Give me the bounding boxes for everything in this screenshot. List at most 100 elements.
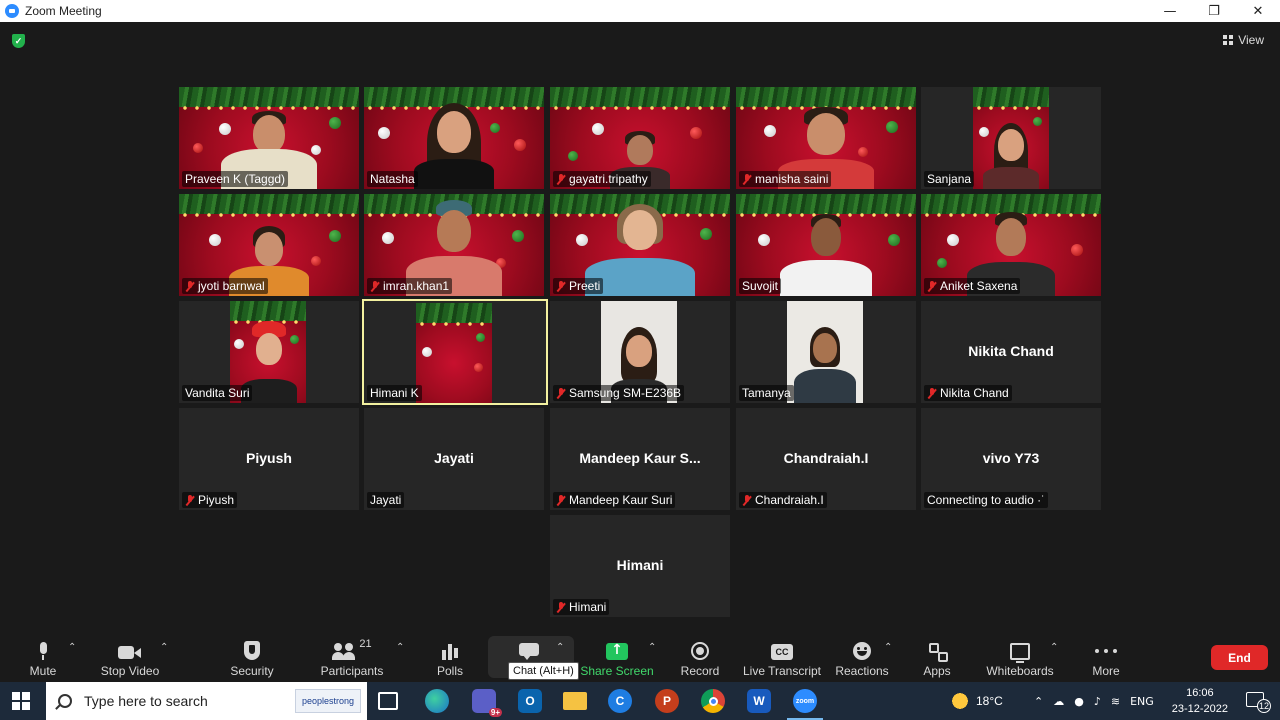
outlook-icon[interactable]: O xyxy=(518,689,542,713)
file-explorer-icon[interactable] xyxy=(563,692,587,710)
reactions-options-chevron-icon[interactable]: ⌃ xyxy=(884,642,892,653)
participant-name: Samsung SM-E236B xyxy=(553,385,685,401)
chat-options-chevron-icon[interactable]: ⌃ xyxy=(556,642,564,653)
date: 23-12-2022 xyxy=(1171,703,1228,715)
security-button[interactable]: Security xyxy=(228,632,276,682)
video-tile[interactable]: manisha saini xyxy=(736,87,916,189)
end-meeting-button[interactable]: End xyxy=(1211,645,1268,670)
participant-name: Mandeep Kaur Suri xyxy=(553,492,676,508)
video-tile[interactable]: Jayati Jayati xyxy=(364,408,544,510)
muted-mic-icon xyxy=(370,280,380,292)
whiteboards-button[interactable]: Whiteboards xyxy=(986,632,1054,682)
participant-name: jyoti barnwal xyxy=(182,278,268,294)
video-tile[interactable]: Natasha xyxy=(364,87,544,189)
video-options-chevron-icon[interactable]: ⌃ xyxy=(160,642,168,653)
video-tile[interactable]: jyoti barnwal xyxy=(179,194,359,296)
share-options-chevron-icon[interactable]: ⌃ xyxy=(648,642,656,653)
polls-button[interactable]: Polls xyxy=(432,632,468,682)
video-tile[interactable]: Sanjana xyxy=(921,87,1101,189)
video-tile[interactable]: Aniket Saxena xyxy=(921,194,1101,296)
audio-options-chevron-icon[interactable]: ⌃ xyxy=(68,642,76,653)
muted-mic-icon xyxy=(556,280,566,292)
view-label: View xyxy=(1238,33,1264,47)
participants-count: 21 xyxy=(359,638,372,650)
participant-display-name: Mandeep Kaur S... xyxy=(579,450,701,466)
stop-video-button[interactable]: Stop Video xyxy=(98,632,162,682)
video-tile-active-speaker[interactable]: Himani K xyxy=(362,299,548,405)
zoom-taskbar-icon[interactable]: zoom xyxy=(787,689,823,720)
teams-badge: 9+ xyxy=(488,708,502,717)
reactions-button[interactable]: Reactions xyxy=(835,632,889,682)
notifications-icon[interactable]: 12 xyxy=(1246,692,1271,713)
powerpoint-icon[interactable]: P xyxy=(655,689,679,713)
share-screen-button[interactable]: Share Screen xyxy=(580,632,653,682)
cortana-app-icon[interactable]: C xyxy=(608,689,632,713)
participant-name: Piyush xyxy=(182,492,238,508)
live-transcript-button[interactable]: CC Live Transcript xyxy=(743,632,821,682)
whiteboard-options-chevron-icon[interactable]: ⌃ xyxy=(1050,642,1058,653)
wifi-icon[interactable]: ≋ xyxy=(1111,695,1120,708)
peoplestrong-logo[interactable]: peoplestrong xyxy=(295,689,361,713)
record-button[interactable]: Record xyxy=(680,632,720,682)
participants-icon xyxy=(332,642,356,660)
video-tile[interactable]: Vandita Suri xyxy=(179,301,359,403)
participant-name: Aniket Saxena xyxy=(924,278,1021,294)
taskbar-search[interactable]: Type here to search peoplestrong xyxy=(46,682,367,720)
teams-icon[interactable]: 9+ xyxy=(472,689,502,717)
more-button[interactable]: More xyxy=(1090,632,1122,682)
video-tile[interactable]: Samsung SM-E236B xyxy=(550,301,730,403)
grid-icon xyxy=(1223,35,1234,45)
participant-name: Nikita Chand xyxy=(924,385,1012,401)
video-tile[interactable]: Praveen K (Taggd) xyxy=(179,87,359,189)
video-tile[interactable]: imran.khan1 xyxy=(364,194,544,296)
share-screen-icon xyxy=(606,642,628,660)
onedrive-icon[interactable]: ☁ xyxy=(1053,695,1064,708)
word-icon[interactable]: W xyxy=(747,689,771,713)
chrome-icon[interactable] xyxy=(701,689,725,713)
encryption-shield-icon[interactable]: ✓ xyxy=(12,34,25,48)
participant-video xyxy=(787,301,863,403)
window-controls: — ❐ ✕ xyxy=(1148,0,1280,22)
video-camera-icon xyxy=(118,645,142,660)
mute-button[interactable]: Mute xyxy=(22,632,64,682)
clock[interactable]: 16:06 23-12-2022 xyxy=(1172,685,1228,717)
whiteboard-icon xyxy=(1010,643,1030,663)
participant-display-name: vivo Y73 xyxy=(982,450,1040,466)
video-tile[interactable]: Mandeep Kaur S... Mandeep Kaur Suri xyxy=(550,408,730,510)
search-icon xyxy=(58,694,72,708)
close-button[interactable]: ✕ xyxy=(1236,0,1280,22)
zoom-app-icon xyxy=(5,4,19,18)
microphone-tray-icon[interactable]: ● xyxy=(1074,695,1084,708)
video-tile[interactable]: Nikita Chand Nikita Chand xyxy=(921,301,1101,403)
weather-widget[interactable]: 18°C xyxy=(950,682,1003,720)
participant-display-name: Jayati xyxy=(434,450,474,466)
participant-display-name: Chandraiah.I xyxy=(783,450,869,466)
time: 16:06 xyxy=(1186,687,1214,699)
task-view-icon[interactable] xyxy=(378,692,398,710)
video-tile[interactable]: Himani Himani xyxy=(550,515,730,617)
participant-name: Chandraiah.I xyxy=(739,492,827,508)
video-tile[interactable]: Piyush Piyush xyxy=(179,408,359,510)
video-tile[interactable]: Preeti xyxy=(550,194,730,296)
windows-start-icon[interactable] xyxy=(12,692,30,710)
apps-button[interactable]: Apps xyxy=(920,632,954,682)
video-tile[interactable]: Chandraiah.I Chandraiah.I xyxy=(736,408,916,510)
muted-mic-icon xyxy=(927,280,937,292)
view-button[interactable]: View xyxy=(1223,33,1264,47)
video-tile[interactable]: Suvojit xyxy=(736,194,916,296)
hidden-icons-chevron-icon[interactable]: ⌃ xyxy=(1034,695,1043,708)
language-indicator[interactable]: ENG xyxy=(1130,695,1154,708)
video-tile[interactable]: gayatri.tripathy xyxy=(550,87,730,189)
participants-button[interactable]: 21 Participants xyxy=(320,632,384,682)
edge-browser-icon[interactable] xyxy=(425,689,449,713)
participants-options-chevron-icon[interactable]: ⌃ xyxy=(396,642,404,653)
participant-name: Suvojit xyxy=(739,278,782,294)
video-tile[interactable]: Tamanya xyxy=(736,301,916,403)
more-dots-icon xyxy=(1095,642,1117,660)
polls-icon xyxy=(441,642,459,660)
video-tile[interactable]: vivo Y73 Connecting to audio ·˙ xyxy=(921,408,1101,510)
restore-button[interactable]: ❐ xyxy=(1192,0,1236,22)
volume-icon[interactable]: ♪ xyxy=(1094,695,1101,708)
participant-display-name: Nikita Chand xyxy=(968,343,1054,359)
minimize-button[interactable]: — xyxy=(1148,0,1192,22)
